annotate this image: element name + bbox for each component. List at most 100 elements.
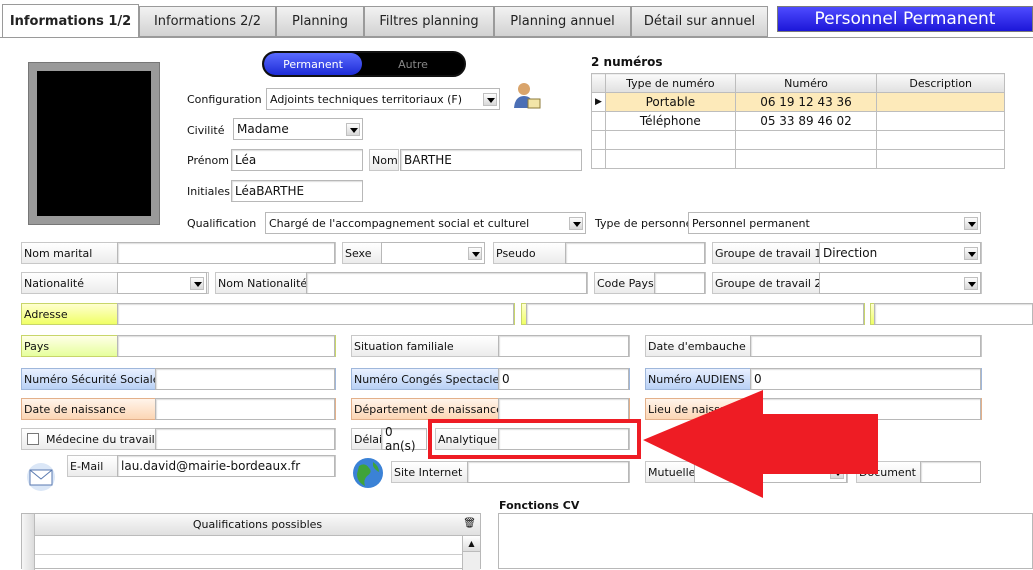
chevron-down-icon (964, 277, 978, 290)
chevron-down-icon (964, 217, 978, 230)
groupe2-select[interactable] (819, 272, 981, 294)
tab-spacer (768, 6, 777, 37)
scrollbar[interactable]: ▲ (462, 536, 480, 570)
document-field[interactable] (920, 461, 981, 483)
cell-numero[interactable] (734, 130, 878, 150)
nom-field[interactable]: BARTHE (400, 149, 582, 171)
cell-numero[interactable]: 05 33 89 46 02 (734, 111, 878, 131)
cell-numero[interactable]: 06 19 12 43 36 (734, 92, 878, 112)
chevron-down-icon (964, 247, 978, 260)
cell-description[interactable] (876, 111, 1006, 131)
tab-planning-annuel[interactable]: Planning annuel (494, 6, 631, 37)
list-row-divider (35, 554, 462, 555)
photo-frame[interactable] (28, 62, 160, 225)
medecine-field[interactable] (155, 428, 335, 450)
globe-icon[interactable] (351, 456, 385, 490)
adresse-field-1[interactable] (117, 303, 514, 325)
cell-type[interactable] (604, 149, 736, 169)
cell-type[interactable]: Portable (604, 92, 736, 112)
email-field[interactable]: lau.david@mairie-bordeaux.fr (117, 455, 335, 477)
dept-naissance-field[interactable] (498, 398, 629, 420)
qualification-select[interactable]: Chargé de l'accompagnement social et cul… (265, 212, 586, 234)
situation-field[interactable] (498, 335, 629, 357)
type-personnel-label: Type de personnel (595, 216, 696, 230)
pays-field[interactable] (117, 335, 335, 357)
column-header-description[interactable]: Description (876, 73, 1006, 93)
red-arrow (643, 390, 883, 500)
table-filler (1005, 150, 1033, 169)
cell-type[interactable]: Téléphone (604, 111, 736, 131)
audiens-field[interactable]: 0 (750, 368, 981, 390)
configuration-value: Adjoints techniques territoriaux (F) (270, 92, 462, 106)
toggle-permanent[interactable]: Permanent (264, 53, 362, 75)
table-row[interactable] (591, 149, 1033, 169)
cell-type[interactable] (604, 130, 736, 150)
cell-numero[interactable] (734, 149, 878, 169)
initiales-label: Initiales (187, 184, 230, 198)
phones-table: Type de numéro Numéro Description ▶ Port… (591, 73, 1033, 169)
groupe1-value: Direction (823, 246, 878, 260)
medecine-checkbox[interactable] (27, 433, 39, 445)
site-field[interactable] (467, 461, 629, 483)
photo-placeholder (37, 71, 151, 216)
tab-divider (0, 37, 1033, 38)
tab-informations-1[interactable]: Informations 1/2 (2, 4, 139, 38)
table-row[interactable]: Téléphone 05 33 89 46 02 (591, 111, 1033, 131)
conges-field[interactable]: 0 (498, 368, 629, 390)
cell-description[interactable] (876, 92, 1006, 112)
sexe-select[interactable] (381, 242, 485, 264)
cell-description[interactable] (876, 130, 1006, 150)
adresse-field-3[interactable] (874, 303, 1033, 325)
fonctions-cv-label: Fonctions CV (499, 498, 580, 512)
nationalite-select[interactable] (117, 272, 207, 294)
table-row[interactable]: ▶ Portable 06 19 12 43 36 (591, 92, 1033, 112)
row-header-cell (591, 73, 606, 93)
chevron-down-icon (483, 93, 497, 106)
secu-field[interactable] (155, 368, 335, 390)
toggle-autre[interactable]: Autre (362, 53, 464, 75)
cell-description[interactable] (876, 149, 1006, 169)
tab-planning[interactable]: Planning (276, 6, 364, 37)
adresse-field-2[interactable] (526, 303, 864, 325)
status-toggle[interactable]: Permanent Autre (262, 51, 466, 77)
email-icon[interactable] (24, 462, 58, 492)
tab-informations-2[interactable]: Informations 2/2 (139, 6, 276, 37)
chevron-down-icon (190, 277, 204, 290)
table-row[interactable] (591, 130, 1033, 150)
civilite-label: Civilité (187, 123, 225, 137)
initiales-field[interactable]: LéaBARTHE (231, 180, 363, 202)
type-personnel-select[interactable]: Personnel permanent (688, 212, 981, 234)
row-marker (591, 149, 606, 169)
naissance-field[interactable] (155, 398, 335, 420)
chevron-down-icon (468, 247, 482, 260)
tab-filtres-planning[interactable]: Filtres planning (364, 6, 494, 37)
configuration-select[interactable]: Adjoints techniques territoriaux (F) (266, 88, 500, 110)
tab-detail-annuel[interactable]: Détail sur annuel (631, 6, 768, 37)
column-header-numero[interactable]: Numéro (734, 73, 878, 93)
nom-marital-field[interactable] (117, 242, 335, 264)
fonctions-cv-textarea[interactable] (498, 513, 1033, 569)
list-row-header (22, 514, 35, 570)
scroll-up-icon[interactable]: ▲ (463, 536, 480, 552)
column-header-type[interactable]: Type de numéro (604, 73, 736, 93)
prenom-field[interactable]: Léa (231, 149, 363, 171)
table-filler (1005, 112, 1033, 131)
row-marker (591, 130, 606, 150)
civilite-select[interactable]: Madame (233, 118, 363, 140)
code-pays-field[interactable] (654, 272, 705, 294)
groupe1-select[interactable]: Direction (819, 242, 981, 264)
row-marker (591, 111, 606, 131)
qualifications-list[interactable]: Qualifications possibles ▲ 🗑 (21, 513, 481, 570)
nom-label: Nom (369, 149, 399, 171)
trash-icon[interactable]: 🗑 (463, 518, 476, 529)
qualifications-header[interactable]: Qualifications possibles (35, 514, 480, 536)
user-book-icon[interactable] (510, 80, 542, 112)
table-filler (1004, 73, 1033, 93)
nom-nationalite-field[interactable] (306, 272, 587, 294)
date-embauche-field[interactable] (750, 335, 981, 357)
pseudo-field[interactable] (565, 242, 705, 264)
prenom-label: Prénom (187, 153, 229, 167)
chevron-down-icon (569, 217, 583, 230)
chevron-down-icon (346, 123, 360, 136)
delai-field[interactable]: 0 an(s) (381, 425, 427, 453)
